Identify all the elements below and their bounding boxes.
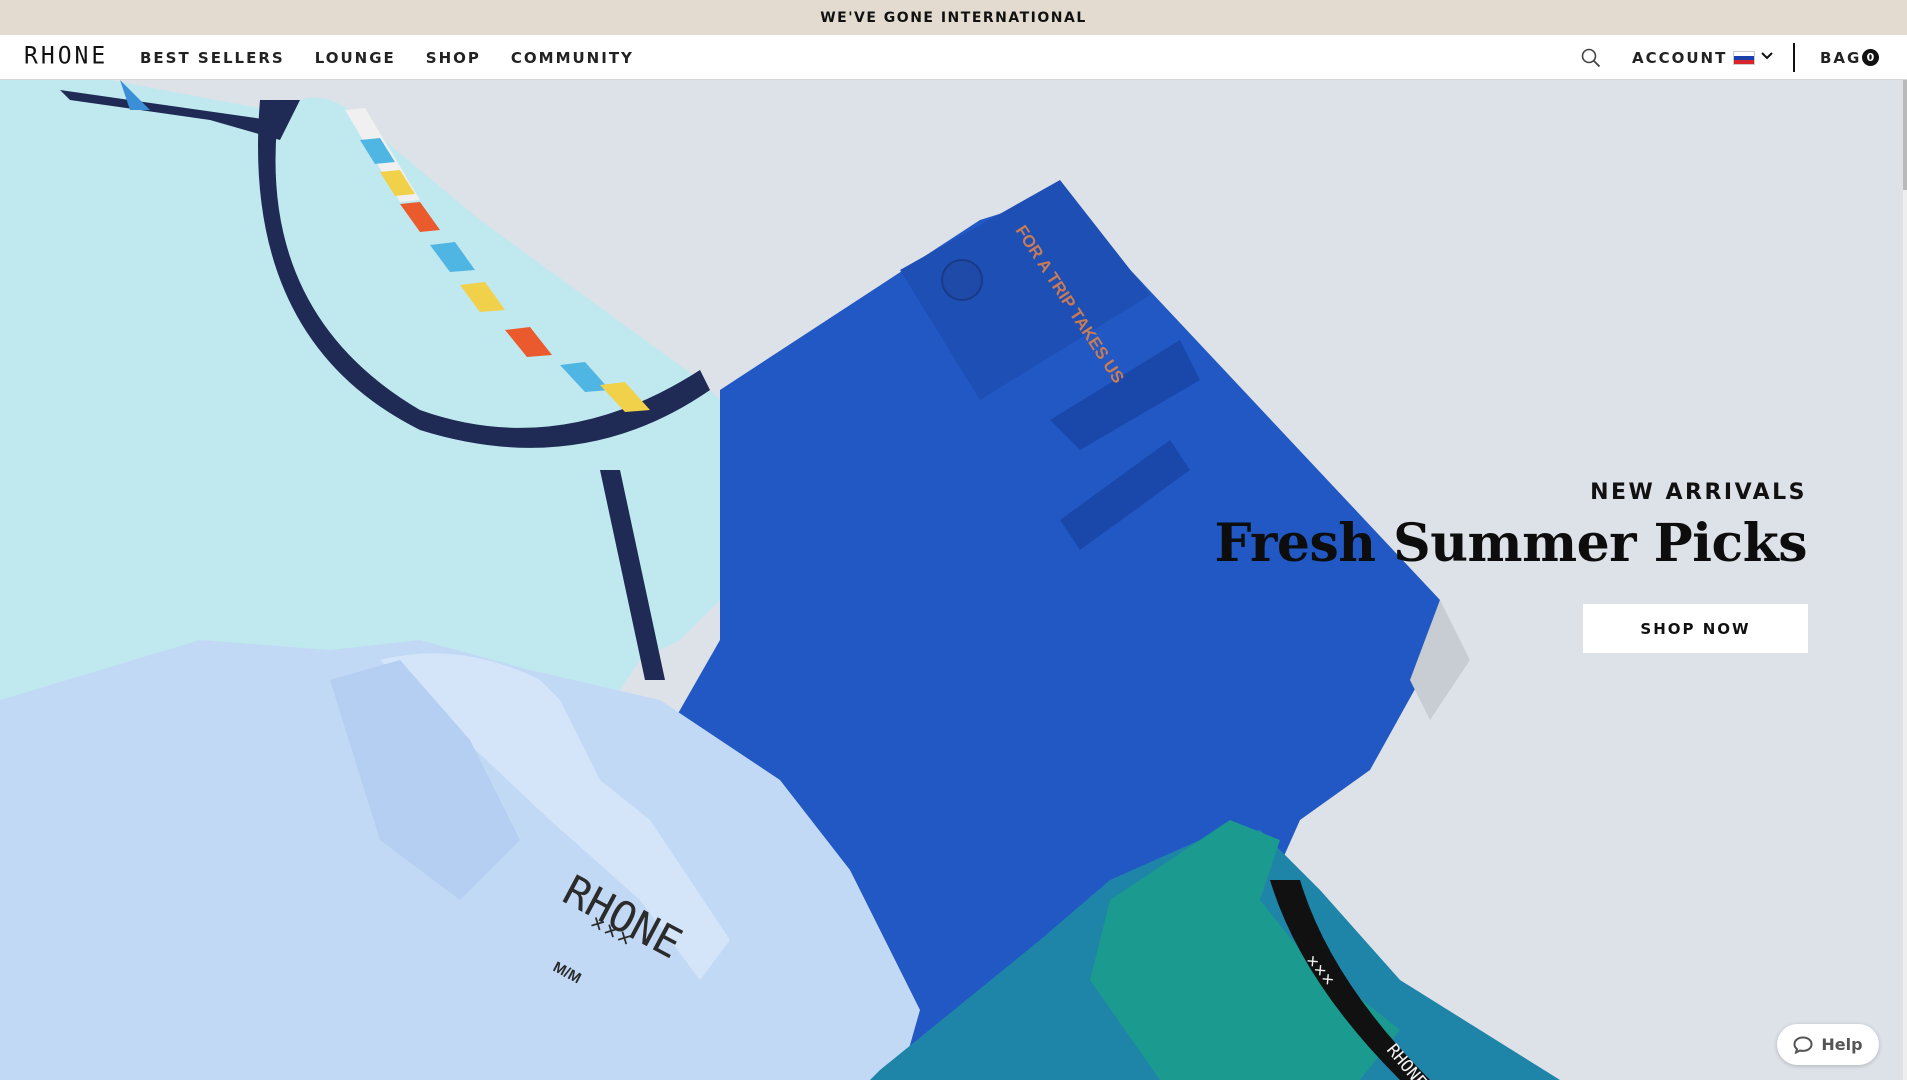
hero-eyebrow: NEW ARRIVALS bbox=[1590, 480, 1807, 505]
hero-copy: NEW ARRIVALS Fresh Summer Picks bbox=[1214, 480, 1808, 574]
header-divider bbox=[1793, 43, 1795, 72]
help-label: Help bbox=[1821, 1035, 1863, 1054]
announcement-text[interactable]: WE'VE GONE INTERNATIONAL bbox=[820, 10, 1087, 26]
bag-link[interactable]: BAG bbox=[1820, 49, 1861, 67]
announcement-bar[interactable]: WE'VE GONE INTERNATIONAL bbox=[0, 0, 1907, 35]
main-nav: BEST SELLERS LOUNGE SHOP COMMUNITY bbox=[140, 49, 634, 67]
search-icon[interactable] bbox=[1580, 47, 1602, 69]
nav-lounge[interactable]: LOUNGE bbox=[315, 49, 396, 67]
russia-flag-icon[interactable] bbox=[1733, 51, 1755, 65]
help-button[interactable]: Help bbox=[1777, 1024, 1879, 1065]
hero-banner: FOR A TRIP TAKES US RHONE M/M ✕✕✕ RHONE … bbox=[0, 80, 1907, 1080]
bag-count-badge[interactable]: 0 bbox=[1862, 49, 1879, 66]
scroll-thumb[interactable] bbox=[1903, 80, 1907, 190]
shop-now-button[interactable]: SHOP NOW bbox=[1583, 604, 1808, 653]
nav-shop[interactable]: SHOP bbox=[426, 49, 481, 67]
nav-community[interactable]: COMMUNITY bbox=[511, 49, 634, 67]
brand-logo[interactable]: RHONE bbox=[24, 42, 108, 69]
page: WE'VE GONE INTERNATIONAL RHONE BEST SELL… bbox=[0, 0, 1907, 1080]
chevron-down-icon[interactable] bbox=[1760, 49, 1774, 63]
account-link[interactable]: ACCOUNT bbox=[1632, 49, 1727, 67]
site-header: RHONE BEST SELLERS LOUNGE SHOP COMMUNITY… bbox=[0, 35, 1907, 80]
scrollbar[interactable] bbox=[1903, 80, 1907, 1080]
chat-bubble-icon bbox=[1793, 1035, 1813, 1054]
nav-best-sellers[interactable]: BEST SELLERS bbox=[140, 49, 285, 67]
hero-image[interactable]: FOR A TRIP TAKES US RHONE M/M ✕✕✕ RHONE … bbox=[0, 80, 1907, 1080]
hero-headline: Fresh Summer Picks bbox=[1214, 513, 1808, 574]
